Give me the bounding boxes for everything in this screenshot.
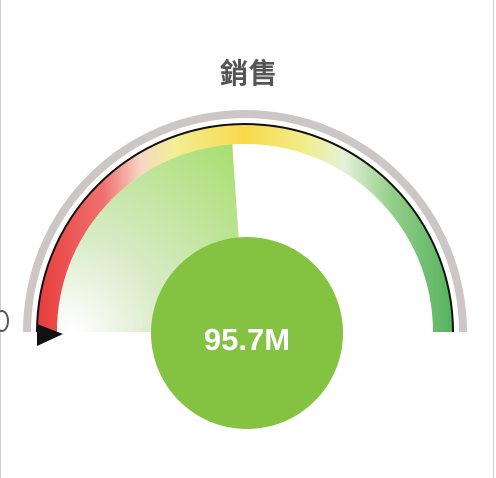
gauge-value-label: 95.7M	[204, 322, 290, 357]
gauge-chart: 95.7M	[23, 110, 467, 429]
gauge-card: 銷售 95.7M	[0, 0, 494, 478]
